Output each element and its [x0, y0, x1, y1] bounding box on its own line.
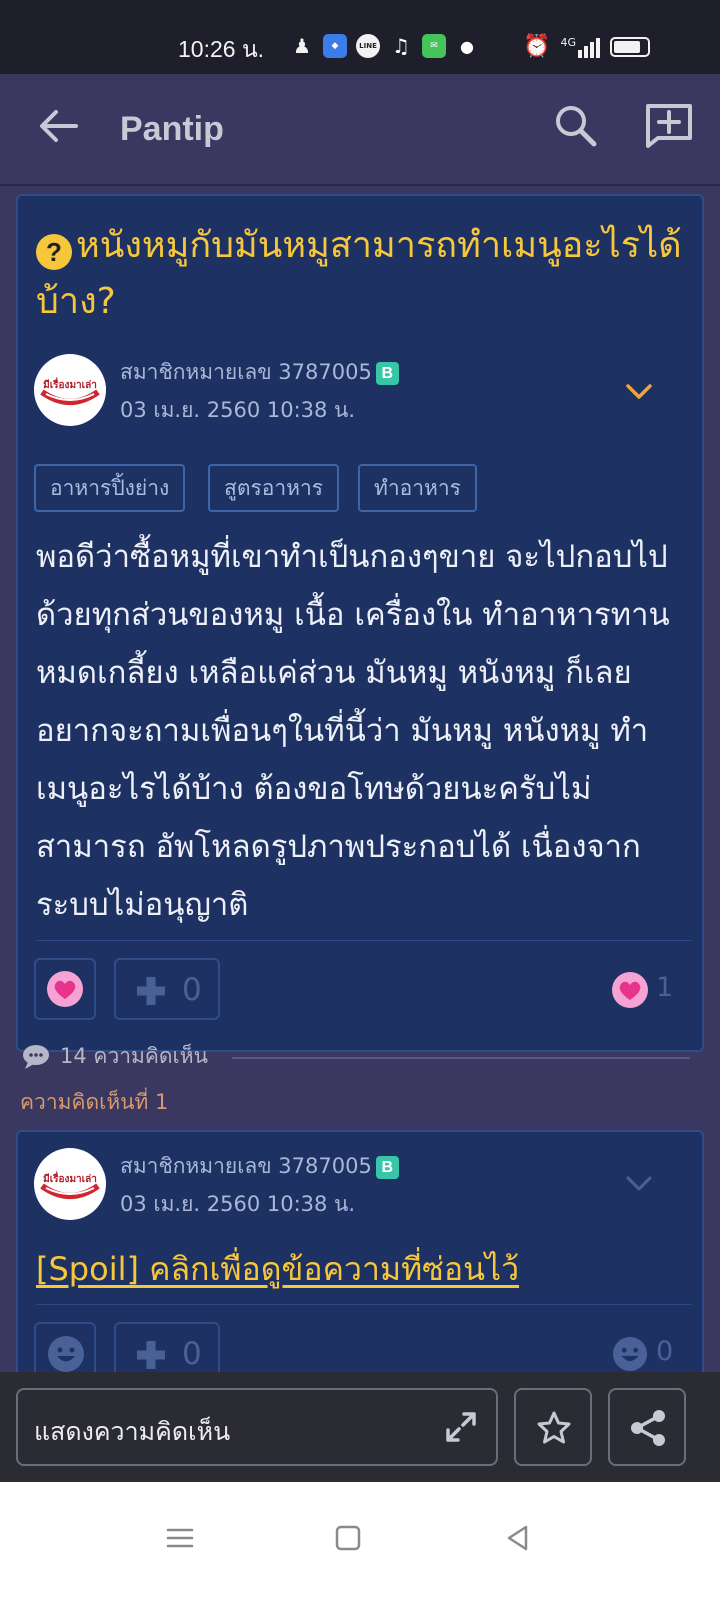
emotion-button[interactable] — [34, 958, 96, 1020]
avatar[interactable]: มีเรื่องมาเล่า — [34, 354, 106, 426]
comment-input-bar: แสดงความคิดเห็น — [0, 1372, 720, 1482]
divider — [36, 1304, 692, 1305]
favorite-button[interactable] — [514, 1388, 592, 1466]
app-title: Pantip — [120, 110, 224, 148]
emotion-count: 1 — [656, 972, 674, 1003]
plus-count: 0 — [182, 972, 202, 1008]
svg-text:มีเรื่องมาเล่า: มีเรื่องมาเล่า — [43, 377, 97, 391]
status-notification-icons: ♟ ◆ LINE ♫ ✉ ● — [290, 34, 479, 58]
line-icon: LINE — [356, 34, 380, 58]
smiley-icon — [612, 1336, 648, 1372]
more-dot-icon: ● — [460, 36, 474, 56]
alarm-icon: ⏰ — [523, 34, 551, 59]
expand-icon[interactable] — [444, 1410, 478, 1444]
author-badge: B — [375, 362, 399, 385]
system-navigation-bar — [0, 1482, 720, 1600]
divider — [232, 1057, 690, 1059]
author-badge: B — [375, 1156, 399, 1179]
comment-count-row: 14 ความคิดเห็น — [22, 1040, 208, 1073]
avatar[interactable]: มีเรื่องมาเล่า — [34, 1148, 106, 1220]
battery-icon — [610, 36, 650, 57]
home-icon[interactable] — [332, 1522, 364, 1554]
smiley-icon — [48, 1336, 84, 1372]
compose-icon[interactable] — [644, 100, 694, 150]
author-name-text[interactable]: สมาชิกหมายเลข 3787005 — [120, 360, 372, 384]
topic-body: พอดีว่าซื้อหมูที่เขาทำเป็นกองๆขาย จะไปกอ… — [36, 539, 670, 923]
search-icon[interactable] — [552, 102, 598, 148]
plus-count: 0 — [182, 1336, 202, 1372]
heart-emotion-icon — [612, 972, 648, 1008]
comment-number-label: ความคิดเห็นที่ 1 — [20, 1090, 169, 1114]
plus-vote-button[interactable]: 0 — [114, 958, 220, 1020]
back-arrow-icon[interactable] — [36, 104, 80, 148]
star-icon — [537, 1411, 571, 1444]
chevron-down-icon[interactable] — [624, 1174, 654, 1194]
svg-text:มีเรื่องมาเล่า: มีเรื่องมาเล่า — [43, 1171, 97, 1185]
comment-card: มีเรื่องมาเล่า สมาชิกหมายเลข 3787005 B 03… — [16, 1130, 704, 1400]
status-time: 10:26 น. — [178, 36, 265, 62]
topic-card: ? หนังหมูกับมันหมูสามารถทำเมนูอะไรได้บ้าง… — [16, 194, 704, 1052]
comment-author-name[interactable]: สมาชิกหมายเลข 3787005 B — [120, 1150, 399, 1183]
tag-cooking[interactable]: ทำอาหาร — [358, 464, 477, 512]
plus-icon — [137, 977, 165, 1005]
status-system-icons: ⏰ 4G — [523, 34, 650, 59]
spoiler-link[interactable]: [Spoil] คลิกเพื่อดูข้อความที่ซ่อนไว้ — [36, 1244, 519, 1295]
divider — [36, 940, 692, 941]
back-triangle-icon[interactable] — [502, 1522, 534, 1554]
recent-apps-icon[interactable] — [164, 1522, 196, 1554]
signal-icon: 4G — [560, 36, 600, 58]
post-date: 03 เม.ย. 2560 10:38 น. — [120, 398, 356, 422]
comment-date: 03 เม.ย. 2560 10:38 น. — [120, 1192, 356, 1216]
topic-title-text: หนังหมูกับมันหมูสามารถทำเมนูอะไรได้บ้าง? — [36, 225, 682, 322]
heart-emotion-icon — [47, 971, 83, 1007]
comment-count-label: 14 ความคิดเห็น — [60, 1044, 208, 1068]
app-bar: Pantip — [0, 74, 720, 186]
comments-bubble-icon — [23, 1044, 49, 1069]
share-icon — [631, 1410, 665, 1446]
add-contact-icon: ♟ — [293, 34, 311, 58]
chevron-down-icon[interactable] — [624, 382, 654, 402]
plus-icon — [137, 1341, 165, 1369]
question-icon: ? — [36, 234, 72, 270]
tiktok-icon: ♫ — [392, 34, 410, 58]
topic-title: ? หนังหมูกับมันหมูสามารถทำเมนูอะไรได้บ้าง… — [36, 218, 686, 330]
author-name[interactable]: สมาชิกหมายเลข 3787005 B — [120, 356, 399, 389]
app-notification-icon: ◆ — [323, 34, 347, 58]
comment-input-placeholder[interactable]: แสดงความคิดเห็น — [34, 1412, 230, 1452]
tag-recipes[interactable]: สูตรอาหาร — [208, 464, 340, 512]
emotion-count: 0 — [656, 1336, 674, 1367]
tag-grilled-food[interactable]: อาหารปิ้งย่าง — [34, 464, 186, 512]
share-button[interactable] — [608, 1388, 686, 1466]
status-bar: 10:26 น. ♟ ◆ LINE ♫ ✉ ● ⏰ 4G — [0, 0, 720, 74]
network-type-label: 4G — [560, 35, 576, 49]
comment-author-name-text[interactable]: สมาชิกหมายเลข 3787005 — [120, 1154, 372, 1178]
comment-input[interactable]: แสดงความคิดเห็น — [16, 1388, 498, 1466]
messages-icon: ✉ — [422, 34, 446, 58]
